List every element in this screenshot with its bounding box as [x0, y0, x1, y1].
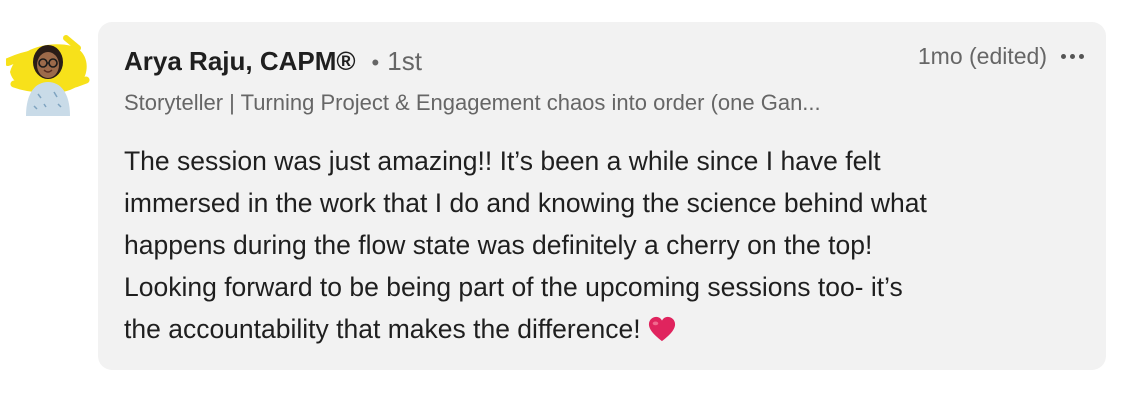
more-options-icon[interactable] — [1059, 42, 1086, 70]
red-heart-icon — [648, 316, 675, 342]
connection-degree: 1st — [387, 46, 422, 76]
comment-line-last: the accountability that makes the differ… — [124, 308, 1084, 350]
comment-line: Looking forward to be being part of the … — [124, 272, 903, 302]
comment-line: the accountability that makes the differ… — [124, 314, 641, 344]
separator-dot: • — [371, 50, 380, 75]
avatar-photo-icon — [4, 35, 90, 116]
comment-line: happens during the flow state was defini… — [124, 230, 873, 260]
comment-body: The session was just amazing!! It’s been… — [124, 140, 1084, 350]
comment-line: immersed in the work that I do and knowi… — [124, 188, 927, 218]
more-dot — [1079, 53, 1084, 59]
timestamp: 1mo (edited) — [917, 42, 1047, 69]
author-headline: Storyteller | Turning Project & Engageme… — [124, 90, 821, 115]
author-avatar[interactable] — [4, 32, 90, 116]
comment-meta: 1mo (edited) — [918, 42, 1086, 70]
comment-header: Arya Raju, CAPM® • 1st — [124, 46, 422, 77]
comment-bubble: Arya Raju, CAPM® • 1st 1mo (edited) Stor… — [98, 22, 1106, 370]
more-dot — [1061, 53, 1066, 59]
more-dot — [1070, 53, 1075, 59]
comment-item: Arya Raju, CAPM® • 1st 1mo (edited) Stor… — [0, 0, 1124, 404]
comment-line: The session was just amazing!! It’s been… — [124, 146, 881, 176]
author-name[interactable]: Arya Raju, CAPM® — [124, 46, 356, 77]
